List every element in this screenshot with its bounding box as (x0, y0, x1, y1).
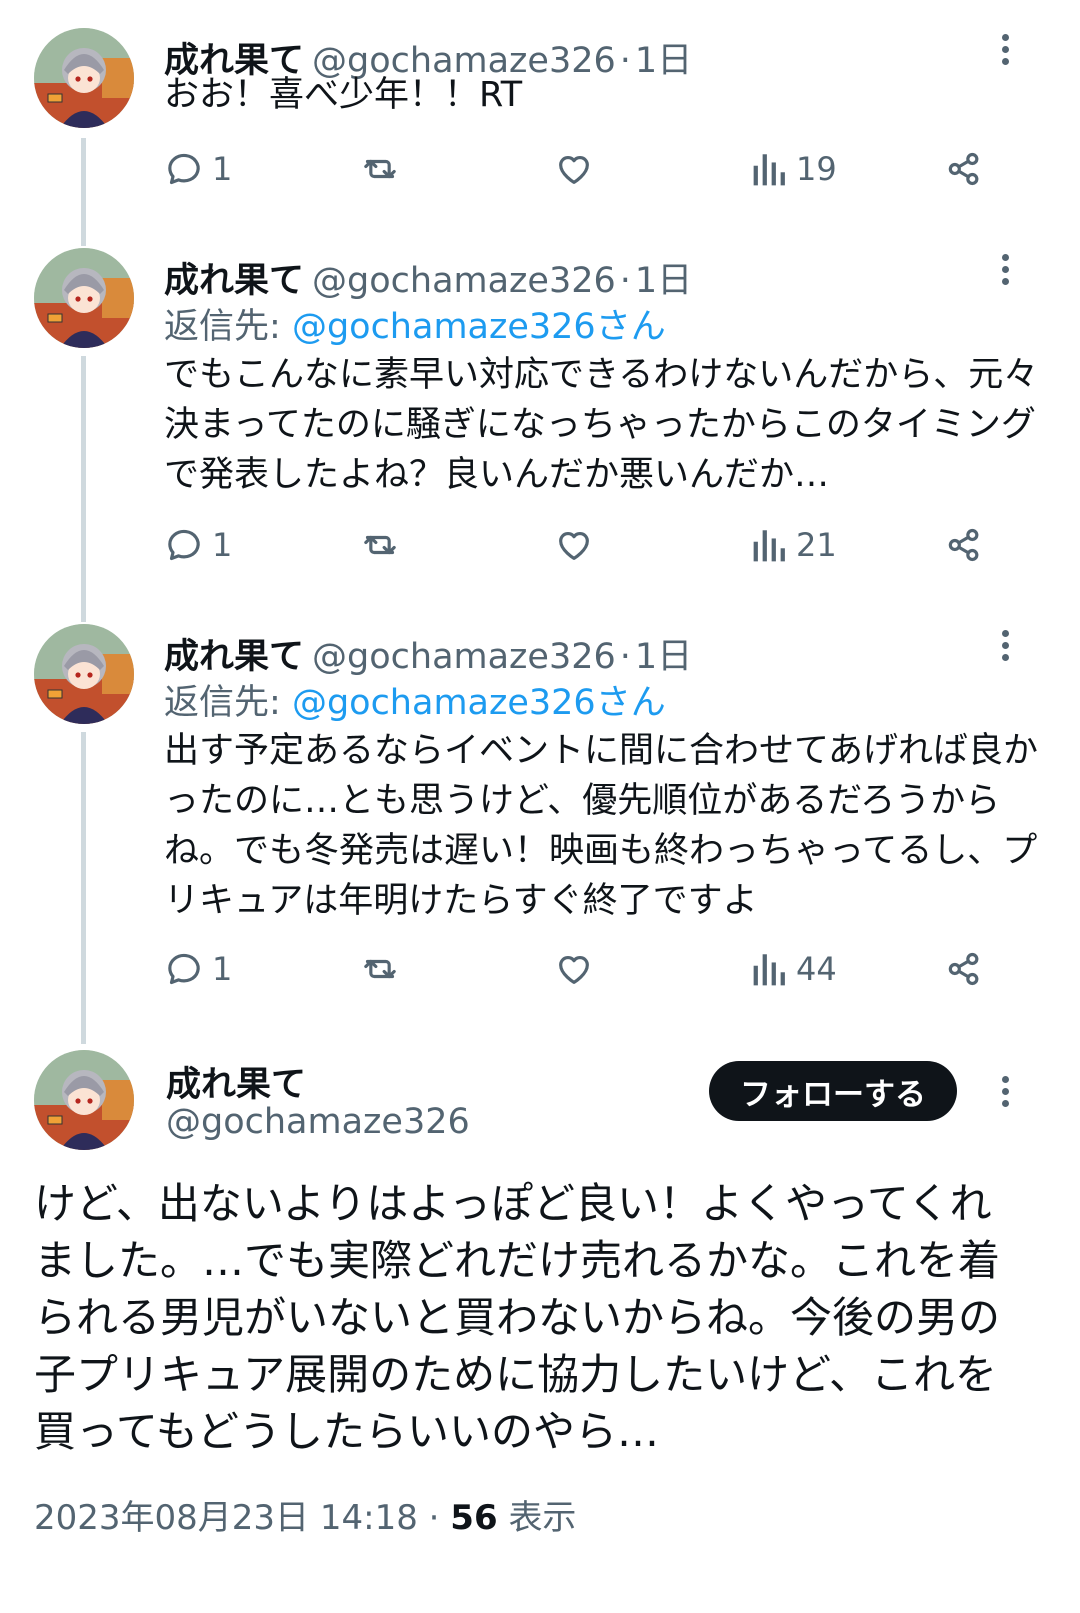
tweet-text-line: ったのに…とも思うけど、優先順位があるだろうから (164, 781, 1001, 821)
thread-line (81, 732, 86, 1044)
view-count: 56 (450, 1498, 498, 1538)
tweet-actions: 1 19 (164, 144, 1004, 194)
tweet-text: 出す予定あるならイベントに間に合わせてあげれば良か ったのに…とも思うけど、優先… (164, 726, 1038, 926)
retweet-icon (364, 959, 396, 979)
share-button[interactable] (944, 944, 984, 994)
author-handle[interactable]: @gochamaze326 (312, 637, 616, 677)
tweet-thread-page: 成れ果て@gochamaze326·1日 おお！喜べ少年！！RT 1 19 (0, 0, 1080, 1613)
like-button[interactable] (554, 520, 594, 570)
share-button[interactable] (944, 144, 984, 194)
more-icon[interactable] (1002, 630, 1012, 666)
tweet-meta: 2023年08月23日 14:18 · 56 表示 (34, 1490, 576, 1539)
heart-icon (559, 956, 589, 984)
thread-line (81, 138, 86, 246)
views-button[interactable]: 44 (752, 944, 837, 994)
share-icon (948, 152, 979, 186)
separator-dot: · (619, 261, 631, 301)
reply-count: 1 (212, 526, 233, 564)
reply-button[interactable]: 1 (164, 944, 232, 994)
more-icon[interactable] (1002, 34, 1012, 70)
thread-line (81, 356, 86, 622)
views-button[interactable]: 19 (752, 144, 837, 194)
author-name[interactable]: 成れ果て (166, 1056, 306, 1107)
tweet-text-line: 買ってもどうしたらいいのやら… (34, 1407, 659, 1456)
more-icon[interactable] (1002, 1076, 1012, 1112)
tweet-text-line: 出す予定あるならイベントに間に合わせてあげれば良か (164, 731, 1038, 771)
tweet-text: けど、出ないよりはよっぽど良い！よくやってくれ ました。…でも実際どれだけ売れる… (34, 1175, 1044, 1460)
tweet-time[interactable]: 1日 (635, 637, 692, 677)
retweet-button[interactable] (360, 520, 400, 570)
follow-button[interactable]: フォローする (709, 1061, 957, 1121)
reply-count: 1 (212, 150, 233, 188)
tweet-text-line: でもこんなに素早い対応できるわけないんだから、元々 (164, 355, 1039, 395)
avatar[interactable] (34, 1050, 134, 1150)
tweet-text-line: 決まってたのに騒ぎになっちゃったからこのタイミング (164, 405, 1036, 445)
retweet-icon (364, 535, 396, 555)
separator-dot: · (619, 637, 631, 677)
heart-icon (559, 156, 589, 184)
views-icon (753, 954, 785, 986)
tweet-actions: 1 44 (164, 944, 1004, 994)
tweet-text-line: 子プリキュア展開のために協力したいけど、これを (34, 1350, 998, 1399)
retweet-icon (364, 159, 396, 179)
views-button[interactable]: 21 (752, 520, 837, 570)
avatar[interactable] (34, 624, 134, 724)
tweet-text-line: けど、出ないよりはよっぽど良い！よくやってくれ (34, 1179, 992, 1228)
reply-to-prefix: 返信先: (164, 683, 281, 723)
reply-button[interactable]: 1 (164, 144, 232, 194)
reply-count: 1 (212, 950, 233, 988)
heart-icon (559, 532, 589, 560)
reply-button[interactable]: 1 (164, 520, 232, 570)
tweet-timestamp[interactable]: 2023年08月23日 14:18 (34, 1498, 418, 1538)
reply-to: 返信先: @gochamaze326さん (164, 298, 666, 349)
reply-to-prefix: 返信先: (164, 307, 281, 347)
tweet-text: おお！喜べ少年！！RT (164, 70, 1024, 120)
tweet-text-line: ね。でも冬発売は遅い！映画も終わっちゃってるし、プ (164, 831, 1038, 871)
views-count: 19 (796, 150, 837, 188)
tweet-text-line: られる男児がいないと買わないからね。今後の男の (34, 1293, 1001, 1342)
reply-to-mention[interactable]: @gochamaze326さん (292, 683, 666, 723)
tweet-text-line: リキュアは年明けたらすぐ終了ですよ (164, 881, 758, 921)
author-name[interactable]: 成れ果て (164, 637, 304, 677)
share-button[interactable] (944, 520, 984, 570)
tweet-time[interactable]: 1日 (635, 261, 692, 301)
author-name[interactable]: 成れ果て (164, 261, 304, 301)
tweet-text-line: ました。…でも実際どれだけ売れるかな。これを着 (34, 1236, 1001, 1285)
avatar[interactable] (34, 248, 134, 348)
retweet-button[interactable] (360, 944, 400, 994)
view-label: 表示 (508, 1498, 577, 1538)
more-icon[interactable] (1002, 254, 1012, 290)
reply-to-mention[interactable]: @gochamaze326さん (292, 307, 666, 347)
share-icon (948, 528, 979, 562)
avatar[interactable] (34, 28, 134, 128)
views-icon (753, 154, 785, 186)
views-count: 44 (796, 950, 837, 988)
author-handle[interactable]: @gochamaze326 (166, 1102, 470, 1142)
reply-icon (168, 953, 200, 985)
reply-to: 返信先: @gochamaze326さん (164, 674, 666, 725)
share-icon (948, 952, 979, 986)
like-button[interactable] (554, 144, 594, 194)
reply-icon (168, 529, 200, 561)
reply-icon (168, 153, 200, 185)
tweet-text: でもこんなに素早い対応できるわけないんだから、元々 決まってたのに騒ぎになっちゃ… (164, 350, 1039, 500)
tweet-text-line: おお！喜べ少年！！RT (164, 75, 523, 115)
separator-dot: · (428, 1498, 440, 1538)
tweet-text-line: で発表したよね？良いんだか悪いんだか… (164, 455, 830, 495)
author-handle[interactable]: @gochamaze326 (312, 261, 616, 301)
views-count: 21 (796, 526, 837, 564)
like-button[interactable] (554, 944, 594, 994)
tweet-actions: 1 21 (164, 520, 1004, 570)
retweet-button[interactable] (360, 144, 400, 194)
views-icon (753, 530, 785, 562)
